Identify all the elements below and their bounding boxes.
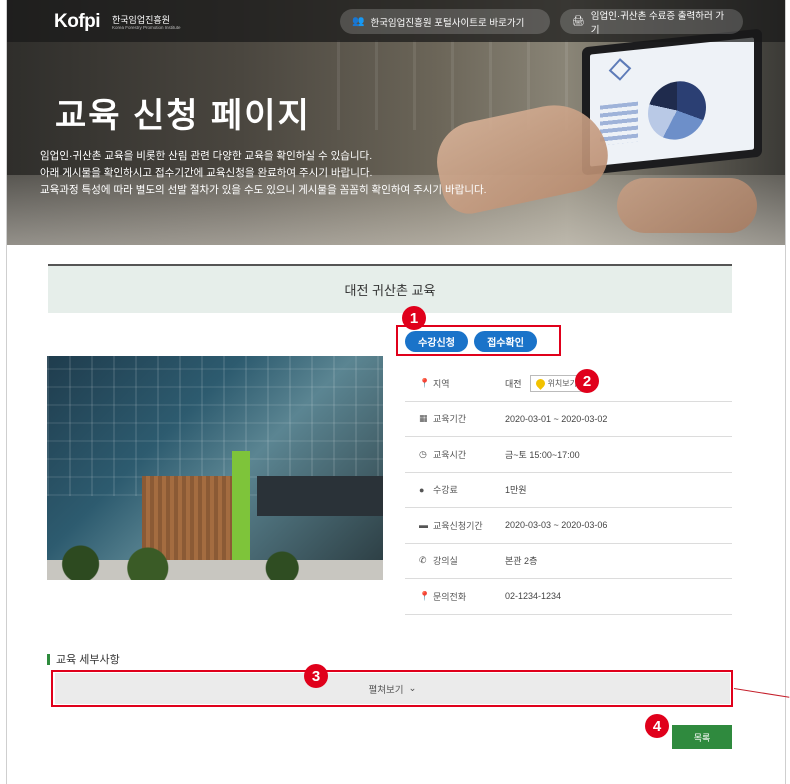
annotation-badge-2: 2 [575,369,599,393]
phone-icon: ✆ [419,555,427,566]
annotation-badge-3: 3 [304,664,328,688]
certificate-print-label: 임업인·귀산촌 수료증 출력하러 가기 [590,10,725,36]
details-title-text: 교육 세부사항 [56,654,120,666]
info-label: 지역 [433,378,450,389]
portal-link-button[interactable]: 👥 한국임업진흥원 포털사이트로 바로가기 [340,9,550,34]
info-row-contact: 📍 문의전화 02-1234-1234 [405,579,732,615]
info-value: 본관 2층 [505,556,538,567]
section-marker [47,653,50,665]
info-row-fee: ● 수강료 1만원 [405,473,732,508]
location-pin-icon [533,376,547,390]
logo-subtitle-en: Korea Forestry Promotion Institute [112,25,181,30]
highlight-box-1 [396,325,561,356]
info-label: 수강료 [433,485,458,496]
info-label: 강의실 [433,556,458,567]
info-row-region: 📍 지역 대전 위치보기 [405,366,732,402]
kofpi-logo[interactable]: Kofpi [54,11,101,33]
info-row-time: ◷ 교육시간 금~토 15:00~17:00 [405,437,732,473]
info-value: 02-1234-1234 [505,591,562,602]
info-label: 교육시간 [433,449,467,460]
highlight-box-3 [51,670,733,707]
info-value: 대전 [505,378,522,389]
course-title: 대전 귀산촌 교육 [344,283,436,298]
annotation-badge-4: 4 [645,714,669,738]
hero-hand-image-2 [617,178,757,233]
list-button[interactable]: 목록 [672,725,732,749]
calendar-icon: ▦ [419,413,428,424]
certificate-print-button[interactable]: 🖨 임업인·귀산촌 수료증 출력하러 가기 [560,9,743,36]
course-building-photo [47,356,383,580]
info-row-period: ▦ 교육기간 2020-03-01 ~ 2020-03-02 [405,402,732,437]
info-label: 문의전화 [433,591,467,602]
people-icon: 👥 [352,16,365,27]
course-info-table: 📍 지역 대전 위치보기 ▦ 교육기간 2020-03-01 ~ 2020-03… [405,366,732,615]
clock-icon: ◷ [419,448,427,459]
portal-link-label: 한국임업진흥원 포털사이트로 바로가기 [370,17,525,29]
hero-laptop-image [582,28,762,176]
info-value: 2020-03-03 ~ 2020-03-06 [505,520,608,531]
screen-bars-graphic [600,101,638,146]
map-pin-icon: 📍 [419,377,431,388]
printer-icon: 🖨 [572,16,585,27]
coin-icon: ● [419,484,425,495]
info-label: 교육신청기간 [433,520,483,531]
details-section-title: 교육 세부사항 [47,651,120,667]
annotation-badge-1: 1 [402,306,426,330]
info-row-classroom: ✆ 강의실 본관 2층 [405,544,732,579]
screen-pie-graphic [648,78,706,143]
map-pin-icon: 📍 [419,590,431,601]
photo-trees [47,540,383,580]
photo-glass-facade [47,356,383,496]
info-value: 금~토 15:00~17:00 [505,449,580,460]
info-label: 교육기간 [433,414,467,425]
form-icon: ▬ [419,520,428,531]
info-value: 1만원 [505,485,527,496]
info-row-application-period: ▬ 교육신청기간 2020-03-03 ~ 2020-03-06 [405,508,732,544]
info-value: 2020-03-01 ~ 2020-03-02 [505,413,608,424]
hero-desc-line-1: 임업인·귀산촌 교육을 비롯한 산림 관련 다양한 교육을 확인하실 수 있습니… [40,150,373,162]
course-title-bar: 대전 귀산촌 교육 [48,264,732,313]
hero-desc-line-3: 교육과정 특성에 따라 별도의 선발 절차가 있을 수도 있으니 게시물을 꼼꼼… [40,184,487,196]
screen-diamond-icon [608,58,632,81]
laptop-screen [590,37,754,167]
hero-desc-line-2: 아래 게시물을 확인하시고 접수기간에 교육신청을 완료하여 주시기 바랍니다. [40,167,373,179]
photo-signboard [257,476,383,516]
hero-description: 임업인·귀산촌 교육을 비롯한 산림 관련 다양한 교육을 확인하실 수 있습니… [40,148,487,199]
page-title: 교육 신청 페이지 [55,97,311,135]
location-view-label: 위치보기 [547,378,578,388]
